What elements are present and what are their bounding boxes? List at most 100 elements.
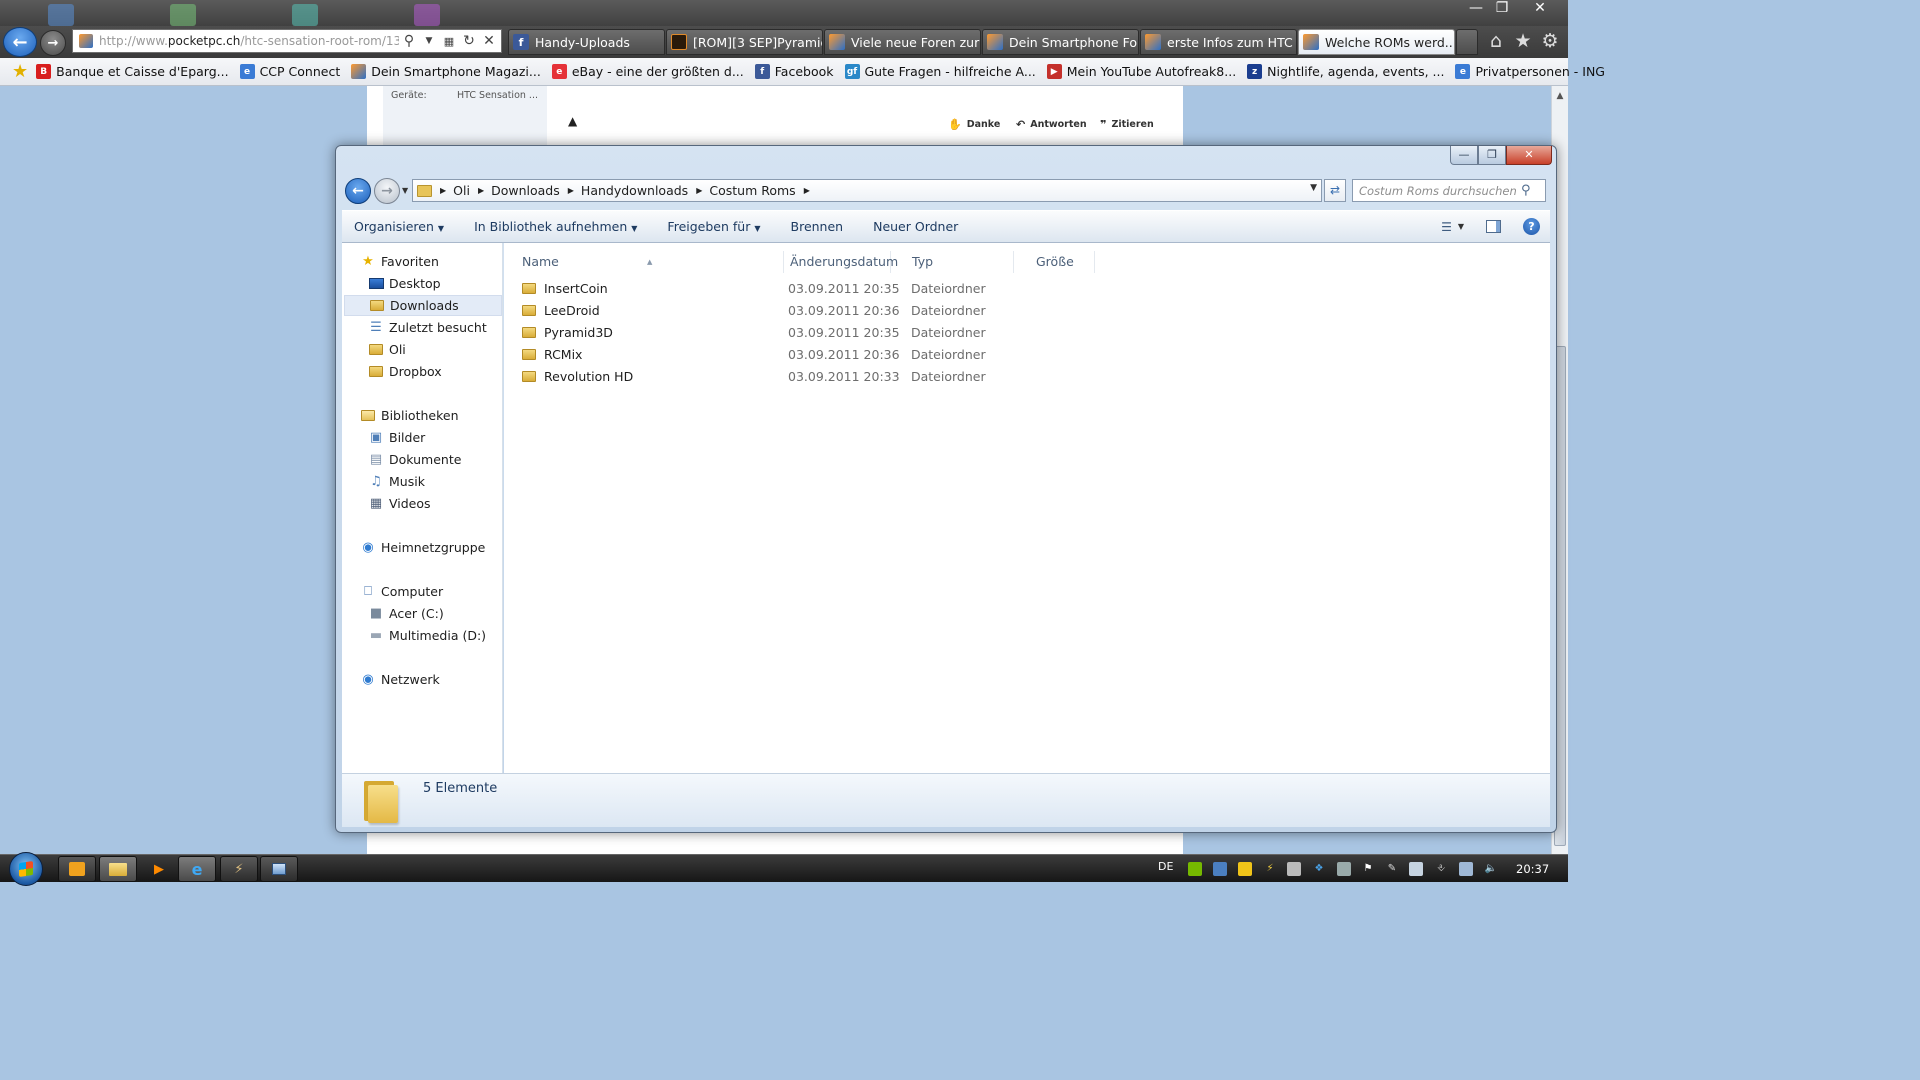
power-tray-icon[interactable]: ⚡ (1263, 862, 1277, 876)
file-row-revolution-hd[interactable]: Revolution HD 03.09.2011 20:33 Dateiordn… (516, 365, 996, 387)
nav-pictures[interactable]: ▣ Bilder (368, 427, 425, 448)
tab-rom-pyramid[interactable]: [ROM][3 SEP]Pyramid... (666, 29, 823, 55)
chevron-right-icon[interactable]: ▶ (478, 186, 484, 195)
usb-tray-icon[interactable]: ⎀ (1434, 862, 1448, 876)
include-in-library-button[interactable]: In Bibliothek aufnehmen ▼ (474, 219, 637, 234)
file-row-insertcoin[interactable]: InsertCoin 03.09.2011 20:35 Dateiordner (516, 277, 996, 299)
nav-computer[interactable]: ⎕ Computer (360, 581, 443, 602)
browser-forward-button[interactable]: → (40, 30, 66, 56)
quote-button[interactable]: ❞ Zitieren (1100, 118, 1154, 131)
share-with-button[interactable]: Freigeben für ▼ (667, 219, 760, 234)
taskbar-explorer-button[interactable] (99, 856, 137, 882)
search-icon[interactable]: ⚲ (1521, 183, 1531, 198)
file-row-pyramid3d[interactable]: Pyramid3D 03.09.2011 20:35 Dateiordner (516, 321, 996, 343)
address-bar[interactable]: http://www.pocketpc.ch/htc-sensation-roo… (72, 29, 502, 53)
favorite-gute-fragen[interactable]: gf Gute Fragen - hilfreiche A... (844, 64, 1036, 79)
help-icon[interactable]: ? (1523, 218, 1540, 235)
favorite-ing[interactable]: e Privatpersonen - ING (1455, 64, 1605, 79)
favorite-ebay[interactable]: e eBay - eine der größten d... (551, 64, 744, 79)
stop-icon[interactable]: ✕ (479, 33, 499, 49)
nav-favorites[interactable]: ★ Favoriten (360, 251, 439, 272)
chevron-down-icon[interactable]: ▼ (1458, 222, 1464, 231)
language-indicator[interactable]: DE (1158, 860, 1173, 873)
new-tab-button[interactable] (1456, 29, 1478, 55)
favorite-nightlife[interactable]: z Nightlife, agenda, events, ... (1247, 64, 1444, 79)
explorer-minimize-button[interactable]: — (1450, 146, 1478, 165)
favorite-facebook[interactable]: f Facebook (754, 64, 834, 79)
explorer-forward-button[interactable]: → (374, 178, 400, 204)
recent-pages-dropdown[interactable]: ▼ (402, 186, 408, 195)
favorite-smartphone-magazin[interactable]: Dein Smartphone Magazi... (351, 64, 541, 79)
connection-tray-icon[interactable] (1459, 862, 1473, 876)
scroll-up-icon[interactable]: ▲ (1552, 88, 1568, 104)
search-box[interactable]: ⚲ (1352, 179, 1546, 202)
browser-maximize-button[interactable]: ❐ (1488, 0, 1516, 18)
device-tray-icon[interactable] (1287, 862, 1301, 876)
chevron-right-icon[interactable]: ▶ (696, 186, 702, 195)
chevron-right-icon[interactable]: ▶ (568, 186, 574, 195)
volume-icon[interactable]: 🔈 (1484, 862, 1498, 876)
nvidia-icon[interactable] (1188, 862, 1202, 876)
browser-back-button[interactable]: ← (3, 27, 37, 57)
nav-libraries[interactable]: Bibliotheken (360, 405, 459, 426)
gear-icon[interactable]: ⚙ (1538, 29, 1562, 53)
report-warning-icon[interactable]: ▲ (568, 114, 577, 128)
favorite-banque-caisse[interactable]: B Banque et Caisse d'Eparg... (36, 64, 229, 79)
favorites-star-icon[interactable]: ★ (1511, 29, 1535, 53)
column-header-type[interactable]: Typ (892, 251, 1014, 273)
clock[interactable]: 20:37 (1516, 862, 1549, 876)
breadcrumb-costum-roms[interactable]: Costum Roms (709, 183, 795, 198)
taskbar-app-button[interactable]: ⚡ (220, 856, 258, 882)
search-input[interactable] (1353, 183, 1521, 198)
column-header-date[interactable]: Änderungsdatum (770, 251, 898, 273)
nav-network[interactable]: ◉ Netzwerk (360, 669, 439, 690)
explorer-back-button[interactable]: ← (345, 178, 371, 204)
refresh-icon[interactable]: ↻ (459, 33, 479, 49)
action-center-flag-icon[interactable]: ⚑ (1361, 862, 1375, 876)
nav-music[interactable]: ♫ Musik (368, 471, 425, 492)
browser-close-button[interactable]: ✕ (1526, 0, 1554, 18)
tab-erste-infos-htc[interactable]: erste Infos zum HTC R... (1140, 29, 1297, 55)
preview-pane-icon[interactable] (1486, 220, 1501, 233)
breadcrumb-downloads[interactable]: Downloads (491, 183, 560, 198)
tab-viele-neue-foren[interactable]: Viele neue Foren zur IF... (824, 29, 981, 55)
taskbar-app2-button[interactable] (260, 856, 298, 882)
edit-tray-icon[interactable]: ✎ (1385, 862, 1399, 876)
network-tray-icon[interactable] (1213, 862, 1227, 876)
explorer-maximize-button[interactable]: ❐ (1478, 146, 1506, 165)
tab-handy-uploads[interactable]: f Handy-Uploads (508, 29, 665, 55)
tab-welche-roms[interactable]: Welche ROMs werd... ✕ (1298, 29, 1455, 55)
address-url[interactable]: http://www.pocketpc.ch/htc-sensation-roo… (99, 34, 399, 48)
file-row-leedroid[interactable]: LeeDroid 03.09.2011 20:36 Dateiordner (516, 299, 996, 321)
chevron-down-icon[interactable]: ▼ (419, 36, 439, 46)
favorite-ccp-connect[interactable]: e CCP Connect (239, 64, 340, 79)
nav-drive-d[interactable]: ▬ Multimedia (D:) (368, 625, 486, 646)
breadcrumb[interactable]: ▶ Oli ▶ Downloads ▶ Handydownloads ▶ Cos… (412, 179, 1322, 202)
start-button[interactable] (9, 852, 43, 886)
column-header-size[interactable]: Größe (1014, 251, 1095, 273)
breadcrumb-oli[interactable]: Oli (453, 183, 470, 198)
nav-recent-places[interactable]: ☰ Zuletzt besucht (368, 317, 487, 338)
tab-smartphone-forum[interactable]: Dein Smartphone Foru... (982, 29, 1139, 55)
nav-desktop[interactable]: Desktop (368, 273, 441, 294)
nav-homegroup[interactable]: ◉ Heimnetzgruppe (360, 537, 485, 558)
new-folder-button[interactable]: Neuer Ordner (873, 219, 958, 234)
norton-icon[interactable] (1238, 862, 1252, 876)
add-favorites-icon[interactable]: ★ (12, 61, 28, 82)
taskbar-media-player-button[interactable]: ▶ (140, 856, 178, 882)
favorite-youtube[interactable]: ▶ Mein YouTube Autofreak8... (1046, 64, 1236, 79)
thanks-button[interactable]: ✋ Danke (948, 118, 1000, 131)
breadcrumb-handydownloads[interactable]: Handydownloads (581, 183, 688, 198)
chevron-right-icon[interactable]: ▶ (440, 186, 446, 195)
compatibility-view-icon[interactable]: ▦ (439, 35, 459, 48)
home-icon[interactable]: ⌂ (1484, 29, 1508, 53)
taskbar-outlook-button[interactable] (58, 856, 96, 882)
search-icon[interactable]: ⚲ (399, 33, 419, 49)
nav-drive-c[interactable]: ■ Acer (C:) (368, 603, 444, 624)
details-view-icon[interactable]: ☰ (1441, 220, 1452, 234)
reply-button[interactable]: ↶ Antworten (1016, 118, 1087, 131)
nav-dropbox[interactable]: Dropbox (368, 361, 442, 382)
file-row-rcmix[interactable]: RCMix 03.09.2011 20:36 Dateiordner (516, 343, 996, 365)
chevron-right-icon[interactable]: ▶ (804, 186, 810, 195)
nav-downloads[interactable]: Downloads (344, 295, 502, 316)
